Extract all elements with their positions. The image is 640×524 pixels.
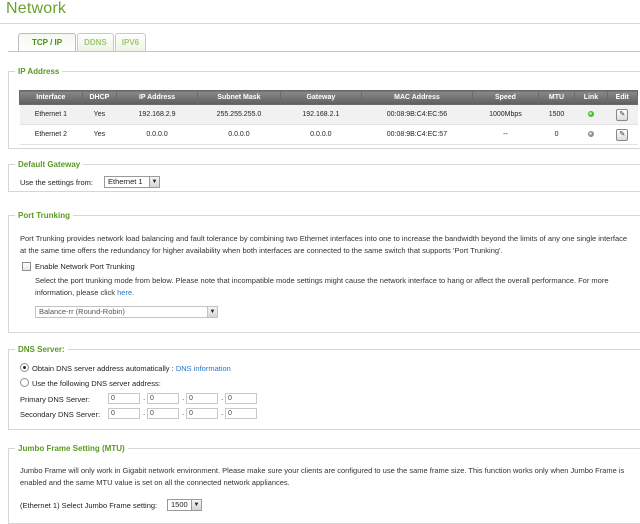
ip-address-section-title: IP Address <box>18 67 60 76</box>
octet-separator: . <box>221 408 224 417</box>
cell-interface: Ethernet 1 <box>19 104 83 125</box>
more-info-link[interactable]: here. <box>117 288 134 297</box>
tab-tcp-ip[interactable]: TCP / IP <box>18 33 77 52</box>
dns-auto-text: Obtain DNS server address automatically … <box>32 364 174 373</box>
cell-ip: 0.0.0.0 <box>116 124 198 145</box>
dns-server-section-title: DNS Server: <box>18 345 65 354</box>
tab-ddns[interactable]: DDNS <box>77 33 114 51</box>
tab-bar: TCP / IP DDNS IPV6 <box>18 33 147 52</box>
default-gateway-section-title: Default Gateway <box>18 160 81 169</box>
primary-dns-octet-2[interactable]: 0 <box>147 393 179 404</box>
column-header: Gateway <box>279 90 362 105</box>
jumbo-frame-select[interactable]: 1500 ▼ <box>167 499 202 511</box>
tab-ipv6[interactable]: IPV6 <box>114 33 147 51</box>
dns-auto-radio[interactable] <box>20 363 29 372</box>
title-divider <box>0 23 640 24</box>
column-header: IP Address <box>116 90 198 105</box>
cell-mask: 0.0.0.0 <box>197 124 281 145</box>
column-header: Link <box>574 90 608 105</box>
cell-dhcp: Yes <box>82 124 117 145</box>
octet-separator: . <box>221 393 224 402</box>
cell-edit: ✎ <box>607 104 638 125</box>
gateway-source-select[interactable]: Ethernet 1 ▼ <box>104 176 160 188</box>
ip-address-section: IP Address Interface DHCP IP Address Sub… <box>8 67 640 149</box>
port-trunking-section-title: Port Trunking <box>18 211 70 220</box>
column-header: MAC Address <box>360 90 474 105</box>
primary-dns-octet-1[interactable]: 0 <box>108 393 140 404</box>
secondary-dns-label: Secondary DNS Server: <box>20 410 101 419</box>
tab-panel-border <box>8 51 640 52</box>
secondary-dns-octet-2[interactable]: 0 <box>147 408 179 419</box>
gateway-source-value: Ethernet 1 <box>108 177 143 186</box>
primary-dns-octet-3[interactable]: 0 <box>186 393 218 404</box>
jumbo-frame-value: 1500 <box>171 500 188 509</box>
octet-separator: . <box>182 393 185 402</box>
table-header-row: Interface DHCP IP Address Subnet Mask Ga… <box>19 90 639 105</box>
cell-link <box>574 124 608 145</box>
cell-speed: -- <box>472 124 539 145</box>
cell-ip: 192.168.2.9 <box>116 104 198 125</box>
cell-mac: 00:08:9B:C4:EC:57 <box>361 124 473 145</box>
column-header: Subnet Mask <box>196 90 281 105</box>
cell-gateway: 192.168.2.1 <box>280 104 362 125</box>
cell-speed: 1000Mbps <box>472 104 539 125</box>
cell-mtu: 0 <box>538 124 575 145</box>
page-title: Network <box>6 0 67 17</box>
edit-icon[interactable]: ✎ <box>616 128 629 141</box>
primary-dns-label: Primary DNS Server: <box>20 395 91 404</box>
port-trunking-mode-help: Select the port trunking mode from below… <box>35 275 627 299</box>
jumbo-frame-description: Jumbo Frame will only work in Gigabit ne… <box>20 466 625 487</box>
dns-manual-radio[interactable] <box>20 378 29 387</box>
interface-table: Interface DHCP IP Address Subnet Mask Ga… <box>19 90 639 145</box>
secondary-dns-octet-3[interactable]: 0 <box>186 408 218 419</box>
primary-dns-octet-4[interactable]: 0 <box>225 393 257 404</box>
octet-separator: . <box>143 393 146 402</box>
cell-mac: 00:08:9B:C4:EC:56 <box>361 104 473 125</box>
secondary-dns-octet-4[interactable]: 0 <box>225 408 257 419</box>
trunking-mode-value: Balance-rr (Round-Robin) <box>39 307 125 316</box>
jumbo-frame-section-title: Jumbo Frame Setting (MTU) <box>18 444 125 453</box>
cell-mask: 255.255.255.0 <box>197 104 281 125</box>
dns-information-link[interactable]: DNS information <box>176 364 231 373</box>
cell-link <box>574 104 608 125</box>
secondary-dns-octet-1[interactable]: 0 <box>108 408 140 419</box>
cell-gateway: 0.0.0.0 <box>280 124 362 145</box>
chevron-down-icon: ▼ <box>191 500 201 510</box>
chevron-down-icon: ▼ <box>207 307 217 317</box>
column-header: DHCP <box>81 90 118 105</box>
enable-port-trunking-checkbox[interactable] <box>22 262 31 271</box>
enable-port-trunking-label: Enable Network Port Trunking <box>35 262 135 271</box>
octet-separator: . <box>182 408 185 417</box>
cell-dhcp: Yes <box>82 104 117 125</box>
cell-edit: ✎ <box>607 124 638 145</box>
trunking-mode-select[interactable]: Balance-rr (Round-Robin) ▼ <box>35 306 218 318</box>
table-row[interactable]: Ethernet 2 Yes 0.0.0.0 0.0.0.0 0.0.0.0 0… <box>19 124 638 145</box>
default-gateway-section: Default Gateway <box>8 160 640 192</box>
link-status-icon <box>587 131 594 138</box>
port-trunking-description: Port Trunking provides network load bala… <box>20 234 628 255</box>
edit-icon[interactable]: ✎ <box>616 108 629 121</box>
column-header: Speed <box>472 90 539 105</box>
dns-manual-label: Use the following DNS server address: <box>32 379 161 388</box>
chevron-down-icon: ▼ <box>149 177 159 187</box>
gateway-source-label: Use the settings from: <box>20 178 93 187</box>
jumbo-frame-select-label: (Ethernet 1) Select Jumbo Frame setting: <box>20 501 158 510</box>
cell-interface: Ethernet 2 <box>19 124 83 145</box>
link-status-icon <box>587 111 594 118</box>
cell-mtu: 1500 <box>538 104 575 125</box>
octet-separator: . <box>143 408 146 417</box>
column-header: Interface <box>19 90 83 105</box>
table-row[interactable]: Ethernet 1 Yes 192.168.2.9 255.255.255.0… <box>19 104 638 125</box>
dns-auto-label: Obtain DNS server address automatically … <box>32 364 231 373</box>
column-header: Edit <box>606 90 639 105</box>
column-header: MTU <box>537 90 576 105</box>
